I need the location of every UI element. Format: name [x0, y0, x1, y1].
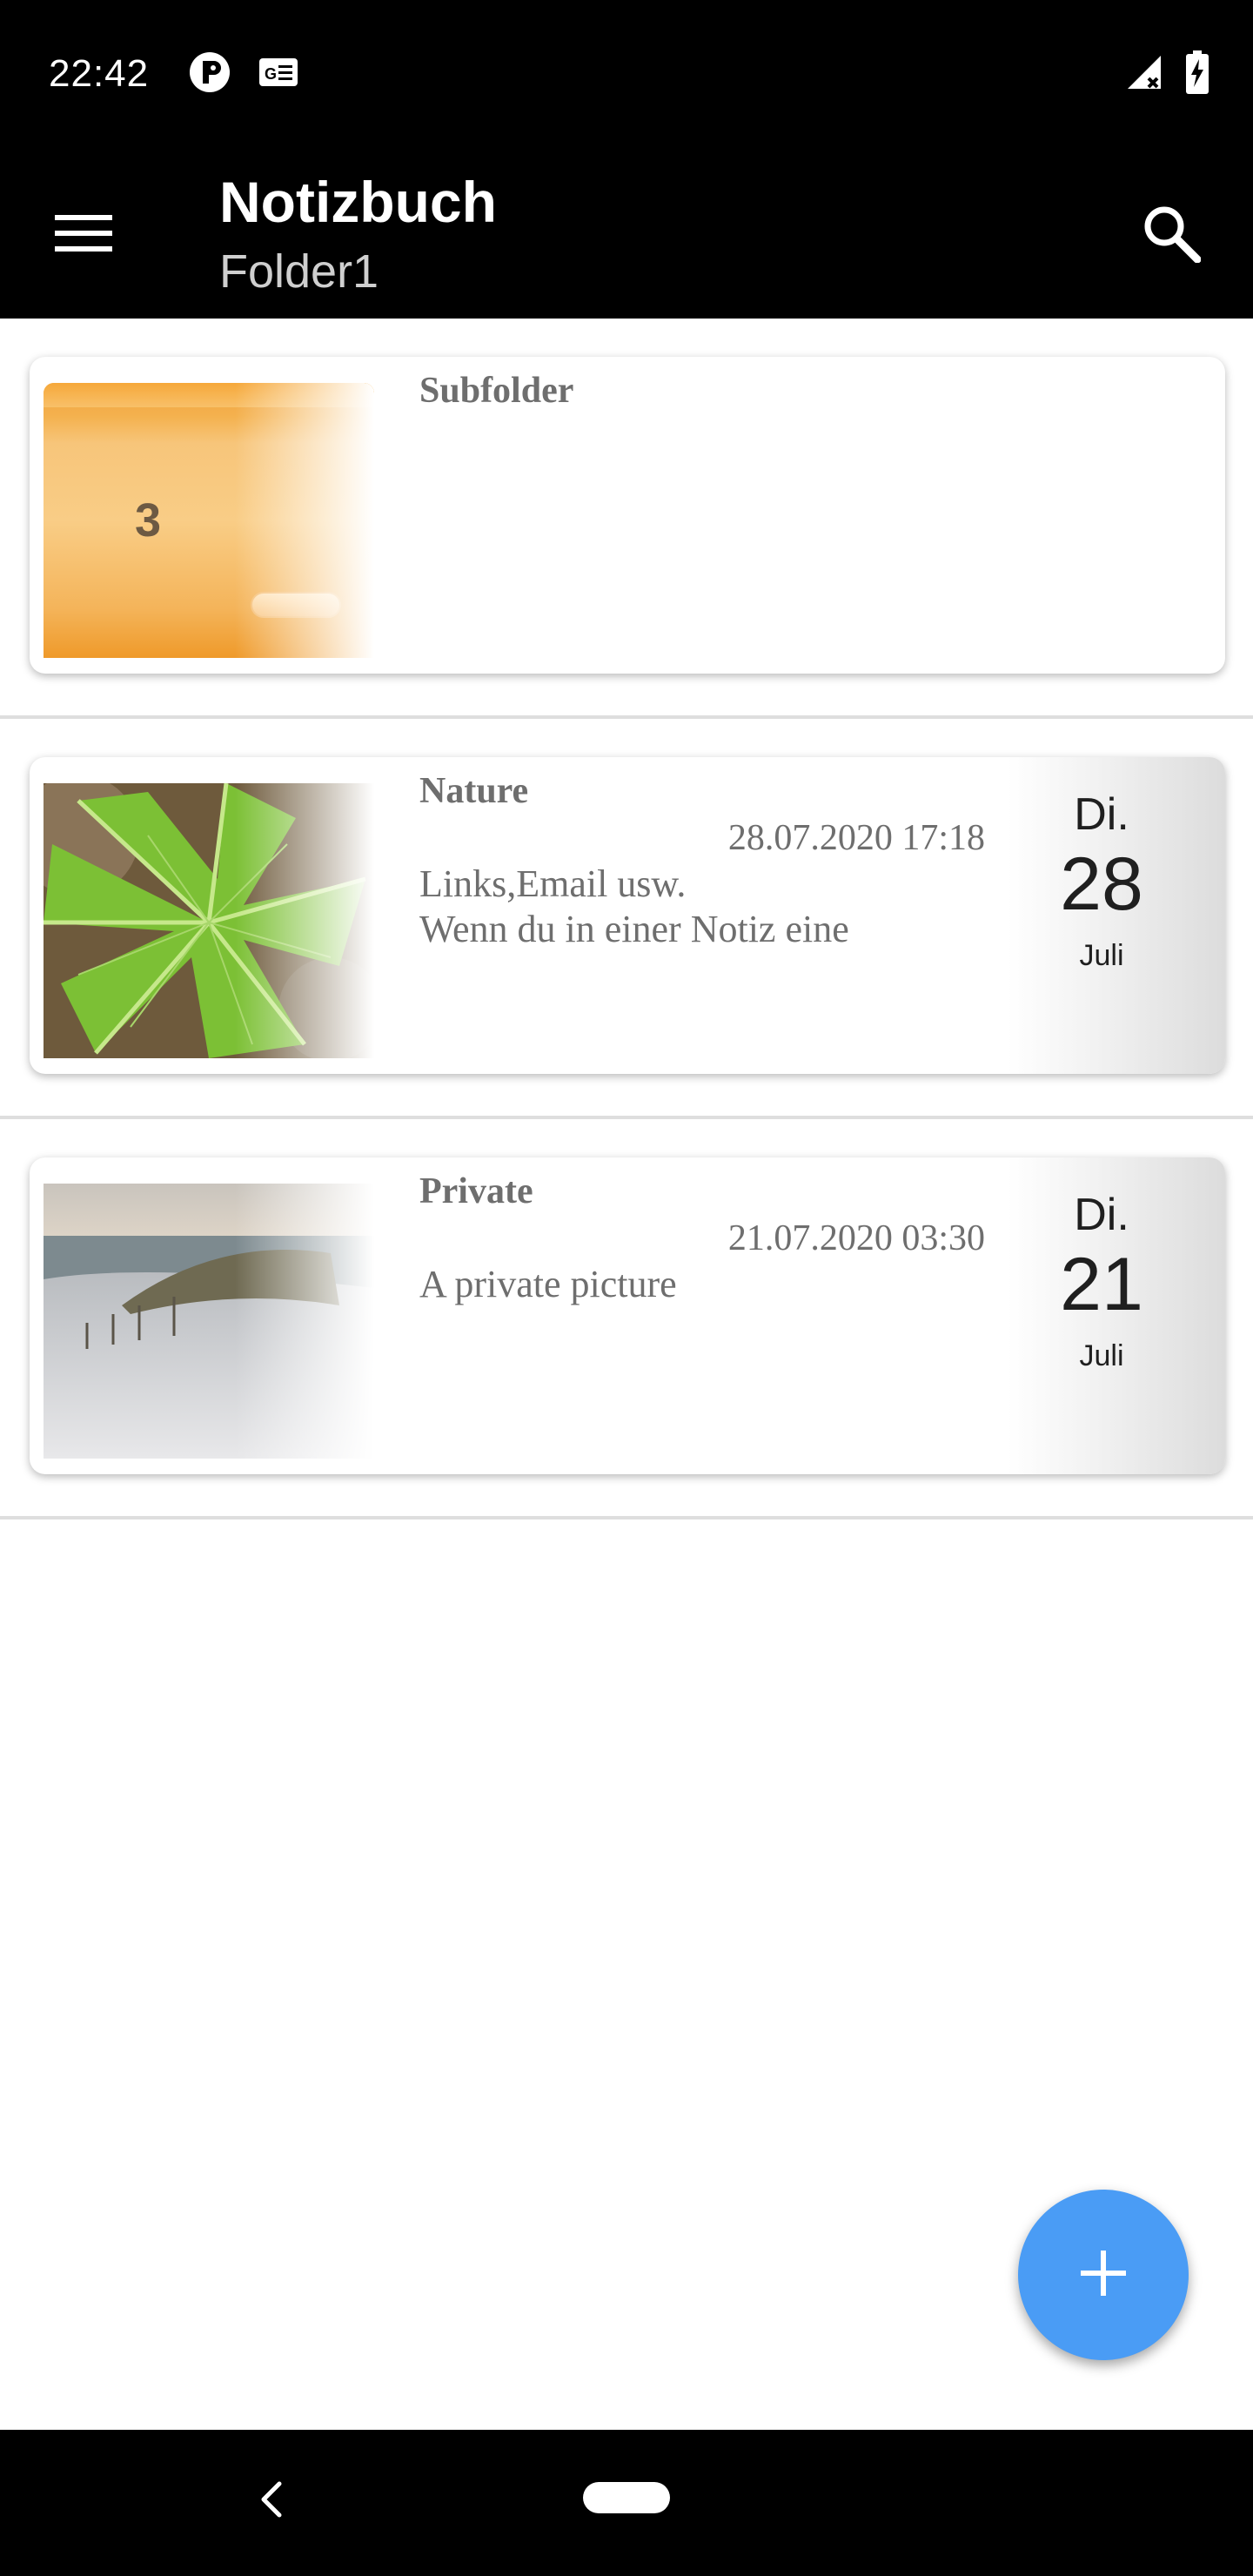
note-card[interactable]: Nature 28.07.2020 17:18 Links,Email usw.…: [30, 757, 1225, 1074]
navigation-bar: [0, 2430, 1253, 2576]
home-pill-icon[interactable]: [583, 2482, 670, 2513]
date-month: Juli: [1079, 1339, 1124, 1372]
thumbnail-fade: [235, 783, 374, 1058]
svg-text:G: G: [265, 65, 277, 83]
menu-button[interactable]: [47, 198, 120, 272]
note-preview: A private picture: [419, 1262, 1011, 1307]
notes-list: 3 Subfolder Nature 28.07.2020 17:18 Link…: [0, 319, 1253, 1519]
list-item: Private 21.07.2020 03:30 A private pictu…: [0, 1119, 1253, 1519]
note-preview: Links,Email usw. Wenn du in einer Notiz …: [419, 862, 1011, 952]
list-item: Nature 28.07.2020 17:18 Links,Email usw.…: [0, 719, 1253, 1119]
folder-title: Subfolder: [419, 371, 574, 411]
list-item: 3 Subfolder: [0, 319, 1253, 719]
app-title: Notizbuch: [219, 170, 497, 234]
note-title: Nature: [419, 771, 529, 811]
note-thumbnail: [44, 1184, 374, 1459]
status-icons-left: G: [188, 50, 299, 98]
folder-subtitle: Folder1: [219, 245, 379, 298]
folder-item-count: 3: [134, 494, 162, 547]
hamburger-menu-icon: [53, 211, 114, 259]
back-button[interactable]: [245, 2465, 298, 2538]
battery-charging-icon: [1185, 50, 1209, 98]
signal-off-icon: [1124, 52, 1164, 97]
note-datetime: 21.07.2020 03:30: [727, 1218, 985, 1258]
app-notification-icon: [188, 50, 231, 98]
plus-icon: [1077, 2247, 1129, 2304]
search-icon: [1142, 204, 1202, 267]
back-chevron-icon: [258, 2480, 285, 2523]
add-note-button[interactable]: [1018, 2190, 1189, 2360]
date-weekday: Di.: [1074, 1190, 1129, 1240]
news-icon: G: [258, 55, 299, 94]
date-badge: Di. 21 Juli: [1008, 1157, 1225, 1474]
date-day: 21: [1060, 1243, 1143, 1326]
note-datetime: 28.07.2020 17:18: [727, 818, 985, 858]
note-preview-line: Wenn du in einer Notiz eine: [419, 908, 849, 950]
date-badge: Di. 28 Juli: [1008, 757, 1225, 1074]
thumbnail-fade: [235, 1184, 374, 1459]
thumbnail-fade: [235, 383, 374, 658]
app-bar: Notizbuch Folder1: [0, 146, 1253, 319]
status-time: 22:42: [49, 52, 150, 95]
date-month: Juli: [1079, 939, 1124, 972]
status-bar: 22:42 G: [0, 0, 1253, 146]
status-icons-right: [1124, 50, 1209, 98]
folder-card[interactable]: 3 Subfolder: [30, 357, 1225, 674]
folder-icon: 3: [44, 383, 374, 658]
date-day: 28: [1060, 842, 1143, 926]
note-preview-line: A private picture: [419, 1263, 677, 1305]
note-thumbnail: [44, 783, 374, 1058]
note-card[interactable]: Private 21.07.2020 03:30 A private pictu…: [30, 1157, 1225, 1474]
note-preview-line: Links,Email usw.: [419, 862, 687, 905]
search-button[interactable]: [1128, 191, 1215, 278]
date-weekday: Di.: [1074, 789, 1129, 840]
note-title: Private: [419, 1171, 533, 1211]
